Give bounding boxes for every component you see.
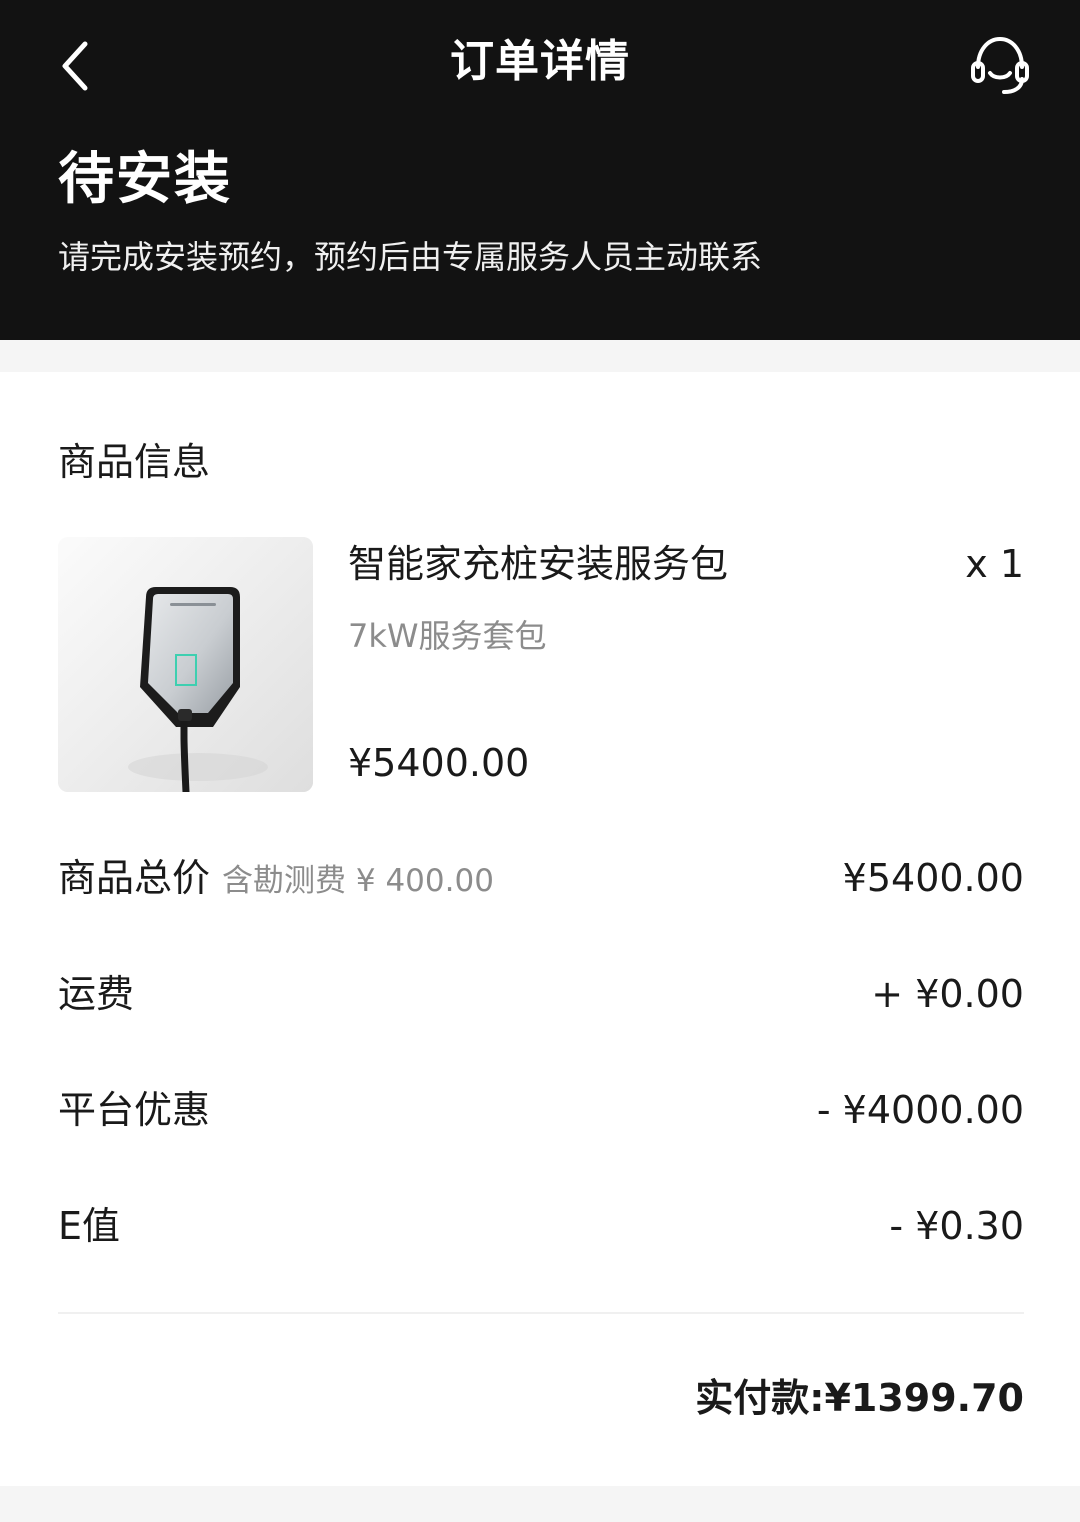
order-header: 订单详情 待安装 请完成安装预约，预约后由专属服务人员主动联系 xyxy=(0,0,1080,340)
product-price: ¥5400.00 xyxy=(348,741,530,785)
e-value-row: E值 - ¥0.30 xyxy=(58,1196,1024,1256)
divider xyxy=(58,1312,1024,1314)
ev-charger-image xyxy=(58,537,313,792)
order-status-title: 待安装 xyxy=(58,147,232,212)
e-value-label: E值 xyxy=(58,1204,121,1248)
product-section-title: 商品信息 xyxy=(58,440,211,484)
product-name[interactable]: 智能家充桩安装服务包 xyxy=(348,536,728,592)
platform-discount-label: 平台优惠 xyxy=(58,1088,211,1132)
subtotal-label: 商品总价 xyxy=(58,856,211,900)
platform-discount-value: - ¥4000.00 xyxy=(816,1088,1024,1132)
product-image[interactable] xyxy=(58,537,313,792)
order-status-description: 请完成安装预约，预约后由专属服务人员主动联系 xyxy=(58,238,763,276)
headset-icon xyxy=(971,36,1029,94)
total-value: ¥1399.70 xyxy=(824,1376,1024,1420)
page-title: 订单详情 xyxy=(450,36,630,87)
survey-fee-note: 含勘测费 ¥ 400.00 xyxy=(222,863,494,899)
total-label: 实付款: xyxy=(695,1376,825,1420)
total-payment: 实付款:¥1399.70 xyxy=(695,1368,1024,1428)
platform-discount-row: 平台优惠 - ¥4000.00 xyxy=(58,1080,1024,1140)
subtotal-row: 商品总价 含勘测费 ¥ 400.00 ¥5400.00 xyxy=(58,848,1024,908)
subtotal-value: ¥5400.00 xyxy=(842,856,1024,900)
shipping-row: 运费 + ¥0.00 xyxy=(58,964,1024,1024)
order-detail-card: 商品信息 智能家充桩安装服务包 x 1 7kW服务套包 ¥5400.00 商品总… xyxy=(0,372,1080,1486)
e-value-amount: - ¥0.30 xyxy=(889,1204,1024,1248)
shipping-label: 运费 xyxy=(58,972,135,1016)
product-quantity: x 1 xyxy=(965,542,1024,586)
subtotal-label-group: 商品总价 含勘测费 ¥ 400.00 xyxy=(58,848,494,911)
shipping-value: + ¥0.00 xyxy=(871,972,1024,1016)
product-spec: 7kW服务套包 xyxy=(348,617,547,655)
customer-service-button[interactable] xyxy=(964,30,1036,102)
